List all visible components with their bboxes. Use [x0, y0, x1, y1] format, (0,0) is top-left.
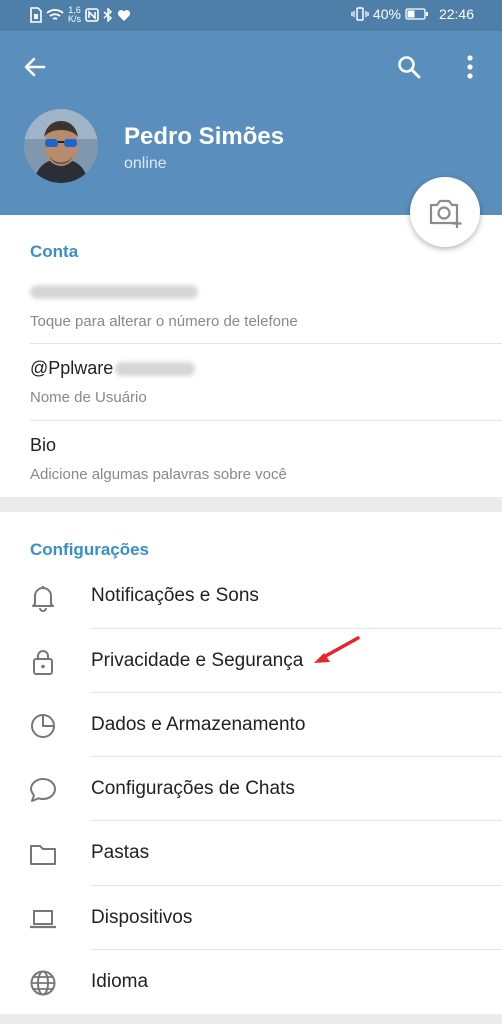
username-hint: Nome de Usuário: [30, 389, 147, 406]
network-speed: 1,6 K/s: [68, 5, 82, 24]
settings-section: Configurações Notificações e Sons Privac…: [0, 512, 502, 1014]
settings-section-title: Configurações: [30, 540, 150, 559]
chat-bubble-icon: [30, 778, 56, 802]
globe-icon: [30, 970, 56, 996]
settings-item-label: Notificações e Sons: [91, 585, 259, 606]
divider: [30, 343, 502, 344]
settings-item-label: Pastas: [91, 842, 150, 863]
settings-item-label: Privacidade e Segurança: [91, 650, 304, 671]
back-arrow-icon[interactable]: [22, 54, 48, 80]
bio-row[interactable]: Bio Adicione algumas palavras sobre você: [0, 435, 502, 512]
settings-item-notifications[interactable]: Notificações e Sons: [0, 564, 502, 628]
settings-item-label: Idioma: [91, 971, 149, 992]
sim-icon: [30, 7, 42, 23]
bell-icon: [32, 586, 54, 612]
battery-icon: [405, 8, 428, 20]
phone-number-redacted: [30, 278, 198, 300]
bio-hint: Adicione algumas palavras sobre você: [30, 466, 287, 483]
account-section-title: Conta: [30, 242, 79, 261]
pie-chart-icon: [31, 714, 55, 738]
clock: 22:46: [438, 6, 474, 22]
phone-number-hint: Toque para alterar o número de telefone: [30, 313, 298, 330]
settings-item-language[interactable]: Idioma: [0, 950, 502, 1014]
settings-item-privacy[interactable]: Privacidade e Segurança: [0, 629, 502, 693]
heart-icon: [117, 9, 131, 21]
avatar[interactable]: [24, 109, 98, 183]
set-photo-button[interactable]: [410, 177, 480, 247]
laptop-icon: [30, 910, 56, 929]
settings-item-devices[interactable]: Dispositivos: [0, 886, 502, 950]
camera-add-icon: [429, 199, 462, 228]
annotation-arrow: [314, 636, 360, 663]
settings-item-folders[interactable]: Pastas: [0, 821, 502, 885]
divider: [30, 420, 502, 421]
online-status: online: [124, 155, 167, 172]
settings-item-chats[interactable]: Configurações de Chats: [0, 757, 502, 821]
username-row[interactable]: @Pplware Nome de Usuário: [0, 358, 502, 435]
folder-icon: [30, 845, 56, 865]
profile-name: Pedro Simões: [124, 123, 285, 150]
settings-item-data-storage[interactable]: Dados e Armazenamento: [0, 693, 502, 757]
battery-percent: 40%: [372, 6, 401, 22]
search-icon[interactable]: [396, 54, 422, 80]
account-section: Conta Toque para alterar o número de tel…: [0, 215, 502, 497]
settings-item-label: Configurações de Chats: [91, 778, 295, 799]
status-bar: 1,6 K/s 40% 22:46: [0, 0, 502, 31]
lock-icon: [33, 650, 53, 675]
nfc-icon: [85, 8, 99, 22]
username-value: @Pplware: [30, 358, 196, 379]
settings-item-label: Dispositivos: [91, 907, 193, 928]
wifi-icon: [46, 9, 64, 20]
vibrate-icon: [351, 7, 369, 21]
bluetooth-icon: [103, 8, 113, 22]
more-vert-icon[interactable]: [460, 53, 480, 81]
bio-label: Bio: [30, 435, 57, 455]
settings-item-label: Dados e Armazenamento: [91, 714, 306, 735]
